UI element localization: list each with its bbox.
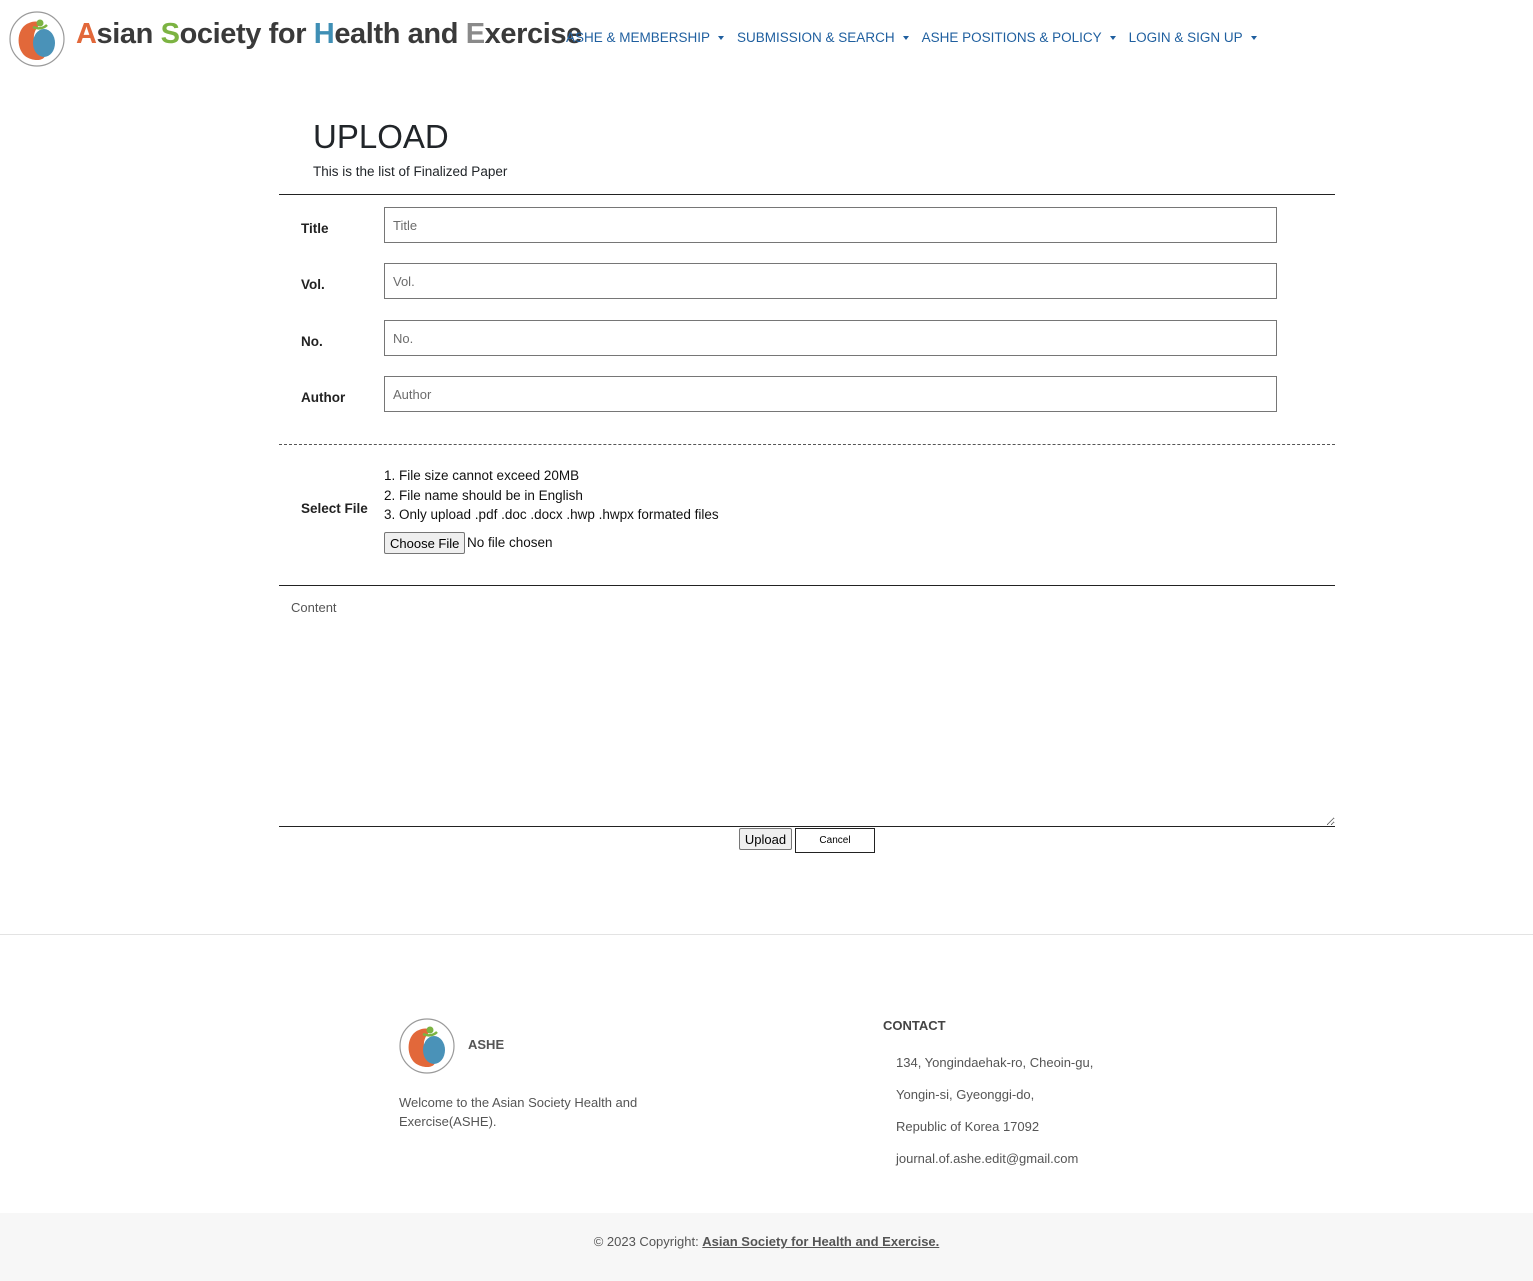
vol-label: Vol. [301, 277, 325, 292]
nav-item-label: LOGIN & SIGN UP [1128, 30, 1243, 45]
contact-email[interactable]: journal.of.ashe.edit@gmail.com [896, 1151, 1078, 1166]
vol-input[interactable] [384, 263, 1277, 299]
brand-letter: sian [96, 18, 161, 50]
nav-item-submission-search[interactable]: SUBMISSION & SEARCH [737, 30, 909, 45]
page-subtitle: This is the list of Finalized Paper [313, 164, 508, 179]
ashe-logo-icon [399, 1018, 455, 1074]
select-file-label: Select File [301, 501, 368, 516]
form-top-divider [279, 194, 1335, 195]
contact-address-line: Republic of Korea 17092 [896, 1119, 1040, 1134]
file-rule-item: 3. Only upload .pdf .doc .docx .hwp .hwp… [384, 507, 719, 522]
main-nav: ASHE & MEMBERSHIP SUBMISSION & SEARCH AS… [566, 30, 1257, 45]
brand-letter: ealth and [334, 18, 466, 50]
copyright-prefix: © 2023 Copyright: [593, 1234, 703, 1249]
page-title: UPLOAD [313, 118, 449, 155]
file-rule-item: 1. File size cannot exceed 20MB [384, 468, 580, 483]
content-textarea[interactable] [279, 593, 1335, 827]
upload-button[interactable]: Upload [739, 828, 792, 850]
author-input[interactable] [384, 376, 1277, 412]
brand-letter: S [160, 18, 180, 50]
brand-letter: ociety for [179, 18, 314, 50]
file-rules-list: 1. File size cannot exceed 20MB 2. File … [384, 466, 719, 525]
file-section-divider [279, 444, 1335, 445]
caret-down-icon [1109, 35, 1116, 40]
caret-down-icon [1250, 35, 1257, 40]
ashe-logo-icon[interactable] [9, 11, 65, 67]
file-status-text: No file chosen [467, 535, 553, 550]
contact-address-line: Yongin-si, Gyeonggi-do, [896, 1087, 1035, 1102]
contact-heading: CONTACT [883, 1018, 946, 1033]
file-rule-item: 2. File name should be in English [384, 487, 583, 503]
cancel-button[interactable]: Cancel [795, 828, 875, 853]
author-label: Author [301, 390, 346, 405]
nav-item-ashe-membership[interactable]: ASHE & MEMBERSHIP [566, 30, 725, 45]
nav-item-label: SUBMISSION & SEARCH [737, 30, 895, 45]
caret-down-icon [902, 35, 909, 40]
copyright-text: © 2023 Copyright: Asian Society for Heal… [0, 1234, 1533, 1249]
site-header: Asian Society for Health and Exercise AS… [0, 0, 1533, 78]
no-input[interactable] [384, 320, 1277, 356]
brand-letter: E [465, 18, 485, 50]
brand-letter: A [76, 18, 97, 50]
caret-down-icon [718, 35, 725, 40]
nav-item-login-signup[interactable]: LOGIN & SIGN UP [1129, 30, 1257, 45]
choose-file-button[interactable]: Choose File [384, 532, 466, 554]
title-label: Title [301, 221, 329, 236]
contact-address-line: 134, Yongindaehak-ro, Cheoin-gu, [896, 1055, 1094, 1070]
footer-divider [0, 934, 1533, 935]
nav-item-positions-policy[interactable]: ASHE POSITIONS & POLICY [922, 30, 1116, 45]
footer-brand: ASHE [468, 1037, 505, 1052]
content-top-divider [279, 585, 1335, 586]
footer-welcome-text: Welcome to the Asian Society Health and … [399, 1095, 638, 1129]
site-brand[interactable]: Asian Society for Health and Exercise [76, 18, 582, 51]
copyright-link[interactable]: Asian Society for Health and Exercise. [702, 1234, 939, 1249]
nav-item-label: ASHE & MEMBERSHIP [566, 30, 711, 45]
brand-letter: H [313, 18, 335, 50]
nav-item-label: ASHE POSITIONS & POLICY [921, 30, 1102, 45]
title-input[interactable] [384, 207, 1277, 243]
no-label: No. [301, 334, 323, 349]
